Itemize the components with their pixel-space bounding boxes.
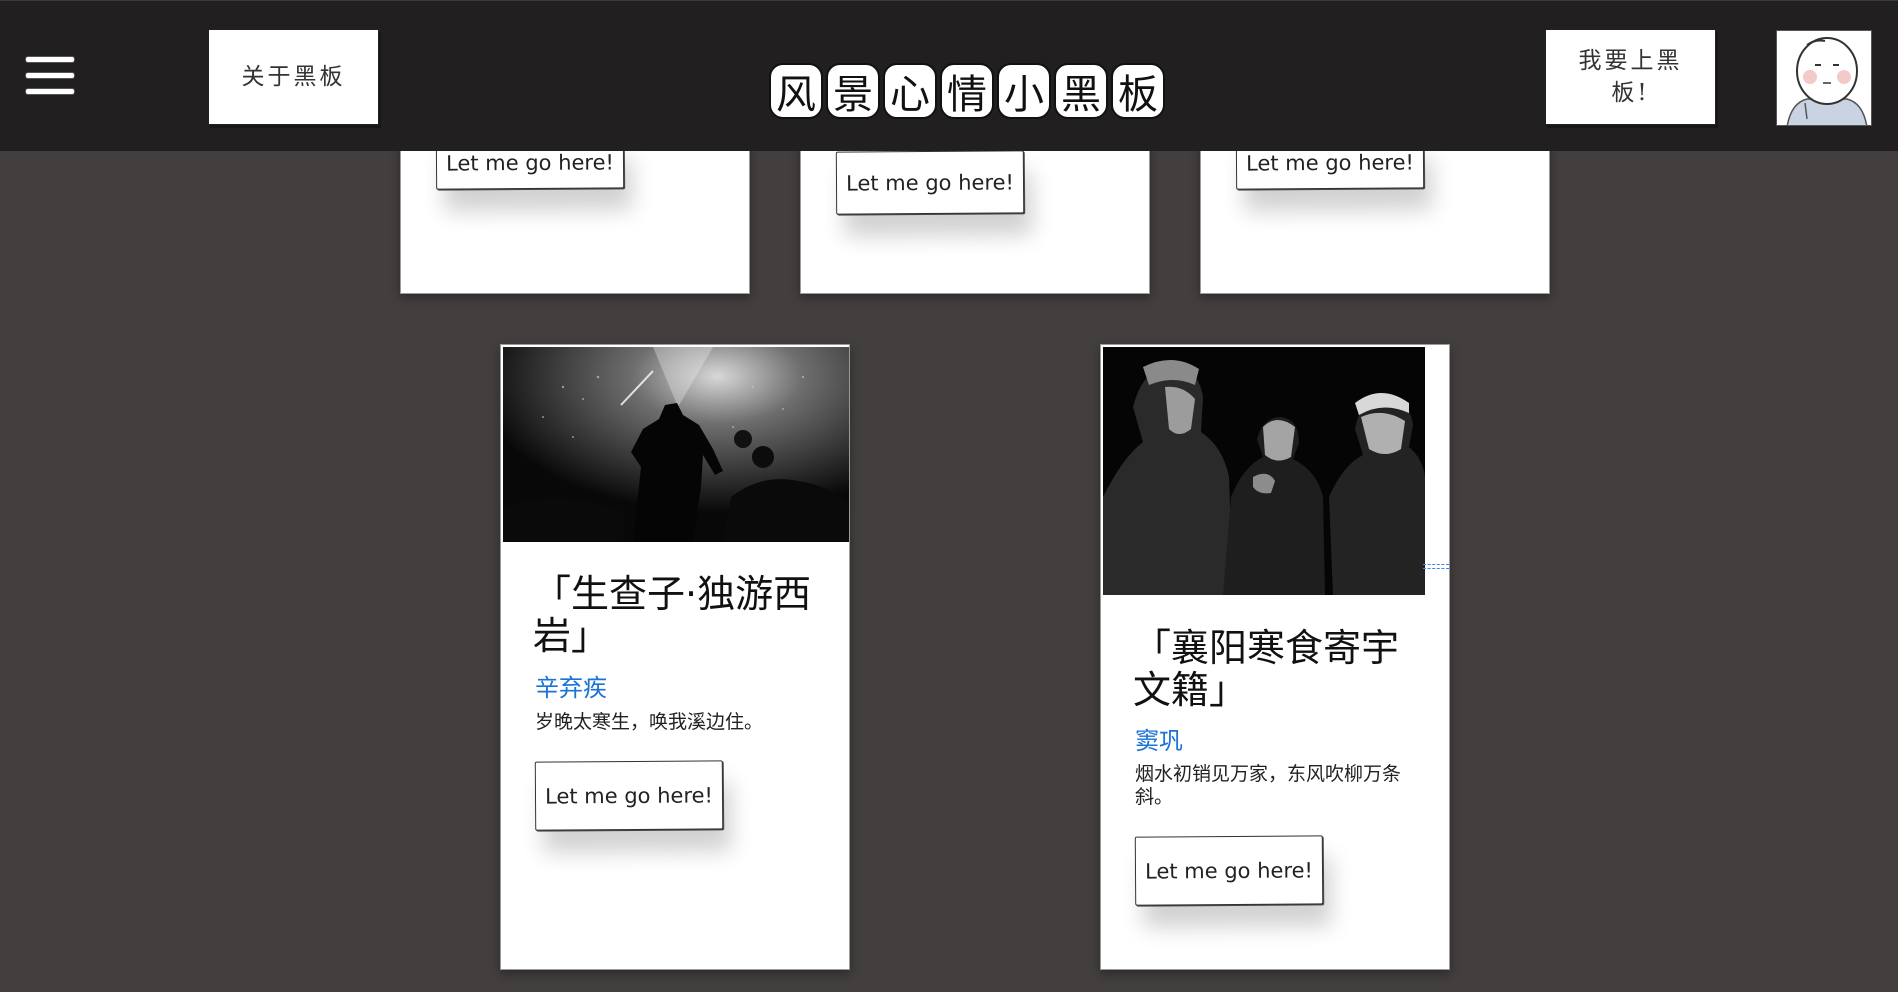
three-men-portrait-photo [1103,347,1425,595]
poem-card-2: 「襄阳寒食寄宇文籍」 窦巩 烟水初销见万家，东风吹柳万条斜。 Let me go… [1100,344,1450,970]
go-button[interactable]: Let me go here! [1134,835,1324,906]
join-blackboard-button[interactable]: 我要上黑板! [1545,29,1716,125]
poem-author-link[interactable]: 辛弃疾 [535,668,607,703]
title-char: 情 [940,63,994,119]
title-char: 黑 [1054,63,1108,119]
hamburger-menu-icon[interactable] [24,54,76,98]
go-button[interactable]: Let me go here! [835,150,1025,215]
avatar[interactable] [1776,30,1872,126]
poem-title: 「生查子·独游西岩」 [533,572,812,658]
header-bar: 关于黑板 风 景 心 情 小 黑 板 我要上黑板! [0,0,1898,151]
poem-author-link[interactable]: 窦巩 [1135,721,1183,756]
cartoon-face-avatar-icon [1777,31,1871,125]
image-edge-link [1423,564,1449,569]
go-button[interactable]: Let me go here! [534,760,724,831]
concert-silhouette-photo [503,347,849,542]
poem-excerpt: 岁晚太寒生，唤我溪边住。 [535,711,764,733]
title-char: 小 [997,63,1051,119]
site-title: 风 景 心 情 小 黑 板 [769,63,1165,119]
poem-title: 「襄阳寒食寄宇文籍」 [1133,626,1400,712]
poem-card-1: 「生查子·独游西岩」 辛弃疾 岁晚太寒生，唤我溪边住。 Let me go he… [500,344,850,970]
title-char: 风 [769,63,823,119]
title-char: 板 [1111,63,1165,119]
poem-excerpt: 烟水初销见万家，东风吹柳万条斜。 [1135,763,1402,808]
title-char: 心 [883,63,937,119]
about-button[interactable]: 关于黑板 [208,29,379,125]
title-char: 景 [826,63,880,119]
